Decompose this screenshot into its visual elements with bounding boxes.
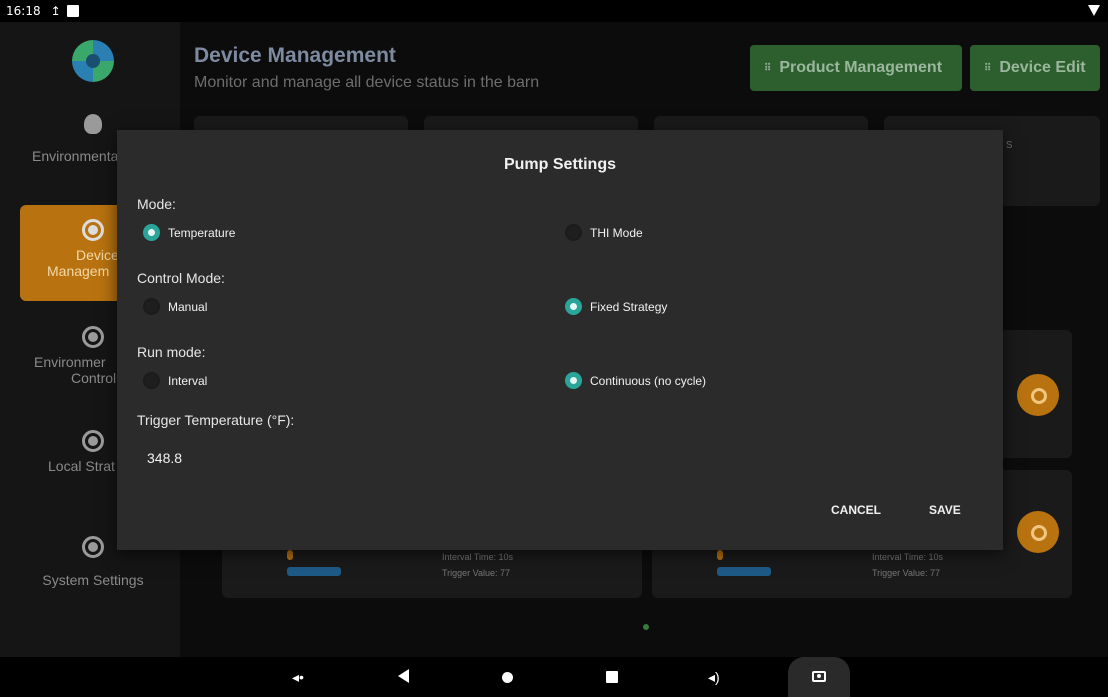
radio-label: THI Mode <box>590 225 643 240</box>
dialog-title: Pump Settings <box>503 156 616 173</box>
interval-text: Interval Time: 10s <box>442 552 514 562</box>
wifi-icon <box>1088 5 1100 16</box>
radio-unchecked-icon <box>143 298 160 315</box>
radio-manual[interactable]: Manual <box>143 298 207 315</box>
product-management-label: Product Management <box>779 59 943 76</box>
grip-icon: ⠿ <box>984 62 992 74</box>
stat-card-fragment: s <box>1006 136 1013 151</box>
strategy-icon <box>82 430 104 452</box>
page-subtitle: Monitor and manage all device status in … <box>194 74 540 91</box>
status-bar: 16:18 ↥ <box>0 0 1108 22</box>
mode-label: Mode: <box>137 196 176 212</box>
grip-icon: ⠿ <box>764 62 772 74</box>
device-edit-label: Device Edit <box>999 59 1086 76</box>
run-mode-label: Run mode: <box>137 344 206 360</box>
progress-bar <box>717 567 771 576</box>
device-icon <box>82 219 104 241</box>
cancel-button[interactable]: CANCEL <box>831 503 881 517</box>
progress-bar <box>287 567 341 576</box>
screenshot-button[interactable] <box>788 657 850 697</box>
settings-icon <box>82 536 104 558</box>
radio-label: Interval <box>168 373 208 388</box>
radio-checked-icon <box>565 298 582 315</box>
radio-label: Temperature <box>168 225 236 240</box>
camera-icon <box>812 671 826 682</box>
recent-apps-icon[interactable] <box>606 671 618 683</box>
trigger-text: Trigger Value: 77 <box>872 568 941 578</box>
product-management-button[interactable]: ⠿ Product Management <box>750 45 962 91</box>
radio-temperature[interactable]: Temperature <box>143 224 235 241</box>
radio-label: Fixed Strategy <box>590 299 668 314</box>
radio-continuous[interactable]: Continuous (no cycle) <box>565 372 706 389</box>
trigger-temperature-input[interactable] <box>147 450 347 466</box>
screen: 16:18 ↥ Environmenta Device Managem Envi… <box>0 0 1108 697</box>
volume-up-icon[interactable]: ◂) <box>708 669 720 686</box>
back-icon[interactable] <box>398 669 409 683</box>
radio-checked-icon <box>143 224 160 241</box>
interval-text: Interval Time: 10s <box>872 552 944 562</box>
radio-fixed-strategy[interactable]: Fixed Strategy <box>565 298 667 315</box>
system-nav-bar: ◂• ◂) <box>0 657 1108 697</box>
radio-thi-mode[interactable]: THI Mode <box>565 224 643 241</box>
lightbulb-icon <box>84 114 102 134</box>
radio-unchecked-icon <box>143 372 160 389</box>
radio-unchecked-icon <box>565 224 582 241</box>
radio-interval[interactable]: Interval <box>143 372 207 389</box>
pager-dot[interactable] <box>643 624 649 630</box>
status-dot <box>287 550 293 560</box>
status-time: 16:18 <box>6 4 41 18</box>
trigger-temperature-label: Trigger Temperature (°F): <box>137 412 295 428</box>
gear-icon[interactable] <box>1017 374 1059 416</box>
trigger-text: Trigger Value: 77 <box>442 568 511 578</box>
page-title: Device Management <box>194 44 396 67</box>
home-icon[interactable] <box>502 672 513 683</box>
control-mode-label: Control Mode: <box>137 270 225 286</box>
radio-label: Continuous (no cycle) <box>590 373 707 388</box>
gear-icon[interactable] <box>1017 511 1059 553</box>
radio-label: Manual <box>168 299 208 314</box>
volume-down-icon[interactable]: ◂• <box>292 669 304 686</box>
app-logo <box>72 40 114 82</box>
save-button[interactable]: SAVE <box>929 503 961 517</box>
pump-settings-dialog: Pump Settings Mode: Temperature THI Mode… <box>117 130 1003 550</box>
notification-square-icon <box>66 5 79 17</box>
radio-checked-icon <box>565 372 582 389</box>
status-dot <box>717 550 723 560</box>
upload-icon: ↥ <box>50 4 61 18</box>
device-edit-button[interactable]: ⠿ Device Edit <box>970 45 1100 91</box>
target-icon <box>82 326 104 348</box>
sidebar-item-label: System Settings <box>42 572 144 588</box>
